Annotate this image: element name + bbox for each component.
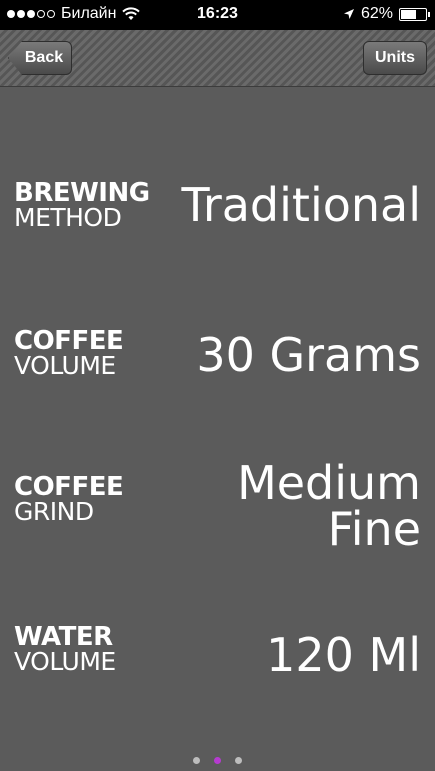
page-dot[interactable]: [235, 757, 242, 764]
page-dot[interactable]: [214, 757, 221, 764]
location-arrow-icon: [343, 9, 354, 19]
navigation-bar: Back Units: [0, 30, 435, 87]
battery-level: [401, 9, 416, 19]
setting-label: COFFEE GRIND: [14, 474, 164, 524]
status-right: 62%: [343, 5, 430, 23]
setting-label-bottom: VOLUME: [14, 351, 116, 380]
battery-icon: [399, 7, 430, 21]
battery-percent: 62%: [360, 5, 393, 22]
setting-label: WATER VOLUME: [14, 624, 164, 674]
back-button[interactable]: Back: [8, 41, 72, 75]
setting-value[interactable]: Medium Fine: [221, 460, 421, 552]
setting-label-bottom: VOLUME: [14, 647, 116, 676]
units-button[interactable]: Units: [363, 41, 427, 75]
setting-value[interactable]: 120 Ml: [161, 632, 421, 678]
page-indicator[interactable]: [0, 757, 435, 764]
setting-label-bottom: GRIND: [14, 497, 94, 526]
page-dot[interactable]: [193, 757, 200, 764]
setting-value[interactable]: 30 Grams: [161, 332, 421, 378]
setting-label: BREWING METHOD: [14, 180, 164, 230]
status-bar: Билайн 16:23 62%: [0, 0, 435, 30]
setting-label-bottom: METHOD: [14, 203, 122, 232]
setting-value[interactable]: Traditional: [161, 182, 421, 228]
setting-label: COFFEE VOLUME: [14, 328, 164, 378]
